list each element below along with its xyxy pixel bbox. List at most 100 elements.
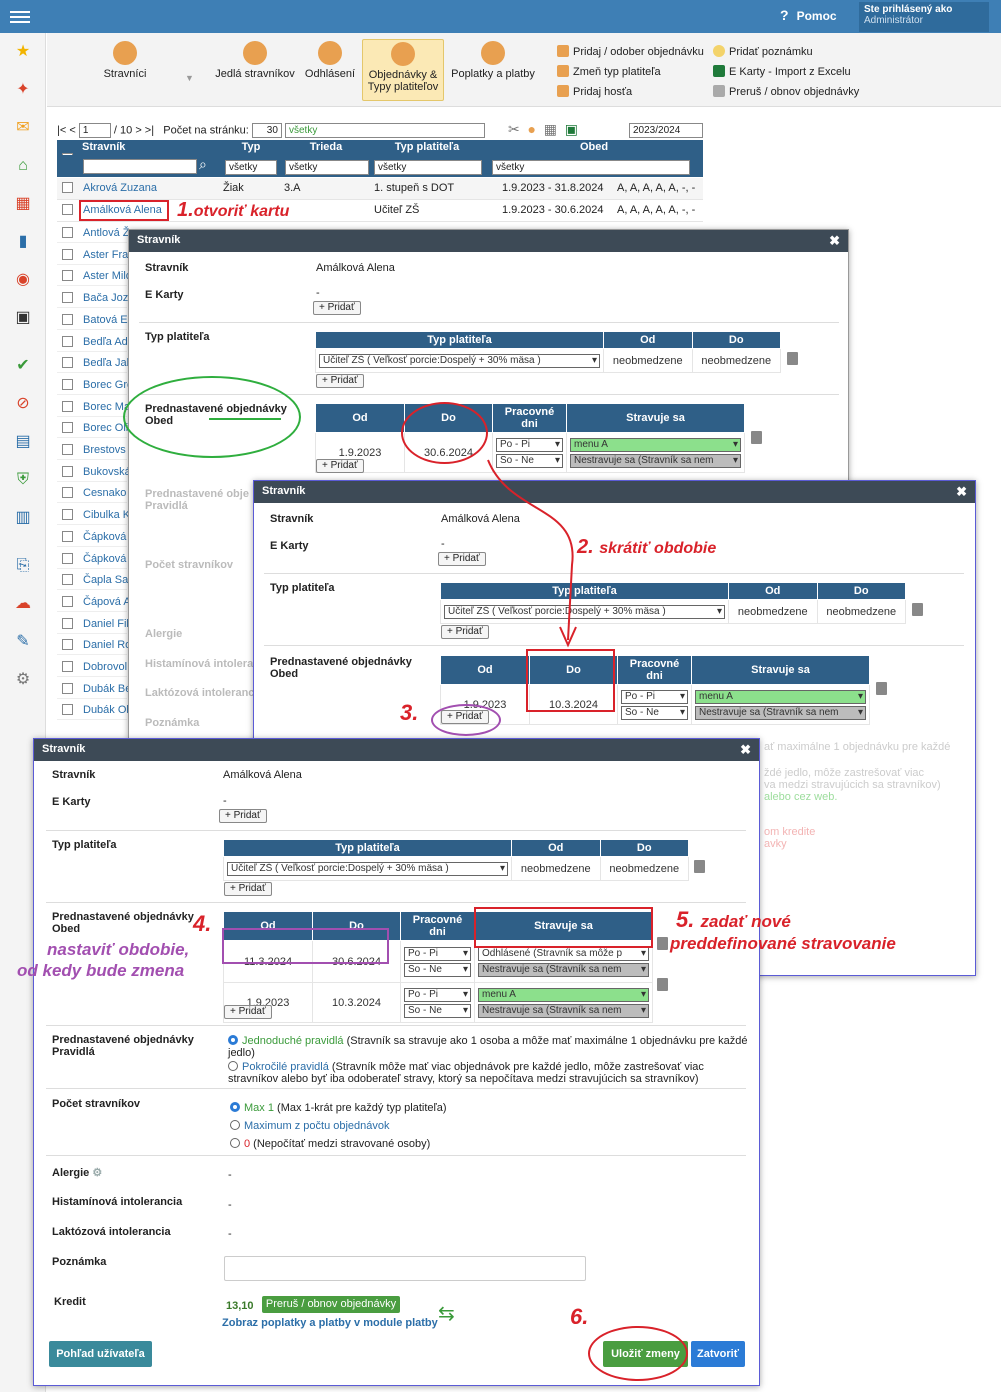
gear-icon[interactable]: ⚙ (12, 671, 34, 689)
page-select[interactable]: 1 (78, 123, 111, 138)
stravnik-link[interactable]: Borec Gre (83, 379, 133, 391)
pager-first[interactable]: |< < (57, 124, 76, 136)
row-checkbox[interactable] (62, 248, 73, 260)
pocet-maximum[interactable]: Maximum z počtu objednávok (230, 1120, 390, 1132)
row-checkbox[interactable] (62, 639, 73, 651)
shield-icon[interactable]: ⛨ (12, 471, 34, 489)
row-checkbox[interactable] (62, 704, 73, 716)
action-pridaj-objednavku[interactable]: Pridaj / odober objednávku (557, 45, 704, 58)
grid-icon[interactable]: ▦ (12, 195, 34, 213)
trieda-filter[interactable]: všetky (285, 160, 369, 175)
table-row[interactable]: Daniel Fil (57, 613, 129, 634)
table-row[interactable]: Cibulka K (57, 504, 130, 526)
user-menu[interactable]: Ste prihlásený ako Administrátor (859, 2, 989, 32)
ribbon-jedla[interactable]: Jedlá stravníkov (214, 41, 296, 80)
user-icon[interactable]: ◉ (12, 271, 34, 289)
row-checkbox[interactable] (62, 552, 73, 564)
per-page-input[interactable]: 30 (251, 123, 282, 138)
tools-icon[interactable]: ✂ (508, 121, 520, 137)
table-row[interactable]: Dubák Ol (57, 699, 129, 721)
row-checkbox[interactable] (62, 227, 73, 238)
pager-next[interactable]: > >| (135, 124, 154, 136)
radio-on[interactable] (230, 1102, 240, 1112)
row-checkbox[interactable] (62, 270, 73, 282)
days-select[interactable]: Po - Pi (404, 946, 471, 961)
trash-icon[interactable] (657, 937, 668, 950)
table-row[interactable]: Batová Er (57, 309, 131, 330)
calendar-icon[interactable]: ▣ (12, 309, 34, 327)
typ-filter[interactable]: všetky (225, 160, 277, 175)
action-pridaj-hosta[interactable]: Pridaj hosťa (557, 85, 632, 98)
trash-icon[interactable] (694, 860, 705, 873)
col-obed[interactable]: Obed (485, 141, 703, 153)
col-stravnik[interactable]: Stravník (82, 141, 217, 153)
stravnik-link[interactable]: Borec Oli (83, 422, 128, 434)
chart-icon[interactable]: ▥ (12, 509, 34, 527)
action-zmen-typ[interactable]: Zmeň typ platiteľa (557, 65, 661, 78)
table-row[interactable]: Dubák Be (57, 678, 131, 699)
stravnik-link[interactable]: Cesnako (83, 487, 126, 499)
row-checkbox[interactable] (62, 487, 73, 499)
person-icon[interactable]: ● (528, 121, 536, 137)
ribbon-objednavky[interactable]: Objednávky & Typy platiteľov (362, 39, 444, 101)
pen-icon[interactable]: ✎ (12, 633, 34, 651)
gear-icon[interactable]: ⚙ (92, 1167, 102, 1179)
home-icon[interactable]: ⌂ (12, 157, 34, 175)
days-select[interactable]: So - Ne (404, 1003, 471, 1018)
action-poznamka[interactable]: Pridať poznámku (713, 45, 813, 58)
radio-off[interactable] (228, 1061, 238, 1071)
days-select[interactable]: Po - Pi (404, 987, 471, 1002)
row-checkbox[interactable] (62, 182, 73, 193)
close-icon[interactable]: ✖ (740, 742, 751, 758)
help-link[interactable]: ? Pomoc (780, 7, 837, 23)
add-pred-button[interactable]: + Pridať (316, 459, 364, 473)
stravnik-link[interactable]: Čapla Sa (83, 574, 128, 586)
row-checkbox[interactable] (62, 682, 73, 694)
typ-select[interactable]: Učiteľ ZŠ ( Veľkosť porcie:Dospelý + 30%… (319, 353, 600, 368)
table-row[interactable]: Bukovská (57, 461, 131, 482)
poznamka-input[interactable] (224, 1256, 586, 1281)
col-typ-platitela[interactable]: Typ platiteľa (372, 141, 482, 153)
meal-select[interactable]: Nestravuje sa (Stravník sa nem (695, 705, 866, 720)
row-checkbox[interactable] (62, 292, 73, 304)
stravnik-link[interactable]: Bukovská (83, 466, 131, 478)
row-checkbox[interactable] (62, 378, 73, 390)
stravnik-link[interactable]: Dubák Ol (83, 704, 129, 716)
stravnik-link[interactable]: Dobrovol (83, 661, 127, 673)
stravnik-link[interactable]: Bedľa Ad (83, 336, 128, 348)
days-select[interactable]: So - Ne (404, 962, 471, 977)
table-row[interactable]: Akrová Zuzana Žiak 3.A 1. stupeň s DOT 1.9.2… (57, 178, 703, 200)
table-row[interactable]: Čápová A (57, 591, 131, 612)
stravnik-link[interactable]: Daniel Fil (83, 618, 129, 630)
row-checkbox[interactable] (62, 422, 73, 434)
add-ekarta-button[interactable]: + Pridať (219, 809, 267, 823)
ribbon-poplatky[interactable]: Poplatky a platby (447, 41, 539, 80)
pocet-zero[interactable]: 0 (Nepočítať medzi stravované osoby) (230, 1138, 430, 1150)
stravnik-link[interactable]: Bača Joz (83, 292, 128, 304)
star-icon[interactable]: ★ (12, 43, 34, 61)
table-row[interactable]: Borec Gre (57, 374, 133, 395)
row-checkbox[interactable] (62, 400, 73, 412)
meal-select[interactable]: Odhlásené (Stravník sa môže p (478, 946, 649, 961)
prerus-button[interactable]: Preruš / obnov objednávky (262, 1296, 400, 1313)
meal-select[interactable]: menu A (695, 689, 866, 704)
stravnik-link[interactable]: Čápková (83, 553, 126, 565)
table-row[interactable]: Čápková (57, 548, 127, 569)
year-select[interactable]: 2023/2024 (629, 123, 703, 138)
days-select[interactable]: Po - Pi (496, 437, 563, 452)
pocet-max1[interactable]: Max 1 (Max 1-krát pre každý typ platiteľ… (230, 1102, 447, 1114)
row-checkbox[interactable] (62, 465, 73, 477)
meal-select[interactable]: menu A (570, 437, 741, 452)
hamburger-menu-icon[interactable] (10, 8, 30, 24)
wand-icon[interactable]: ✦ (12, 81, 34, 99)
table-row[interactable]: Antlová Ž (57, 222, 129, 243)
search-icon[interactable]: ⌕ (199, 156, 207, 173)
row-checkbox[interactable] (62, 617, 73, 629)
table-row[interactable]: Čapla Sa (57, 569, 128, 591)
stravnik-link[interactable]: Daniel Ro (83, 639, 131, 651)
table-row[interactable]: Cesnako (57, 482, 127, 504)
stravnik-link[interactable]: Čápová A (83, 596, 131, 608)
add-typ-button[interactable]: + Pridať (316, 374, 364, 388)
table-row[interactable]: Borec Ma (57, 396, 130, 417)
trash-icon[interactable] (787, 352, 798, 365)
